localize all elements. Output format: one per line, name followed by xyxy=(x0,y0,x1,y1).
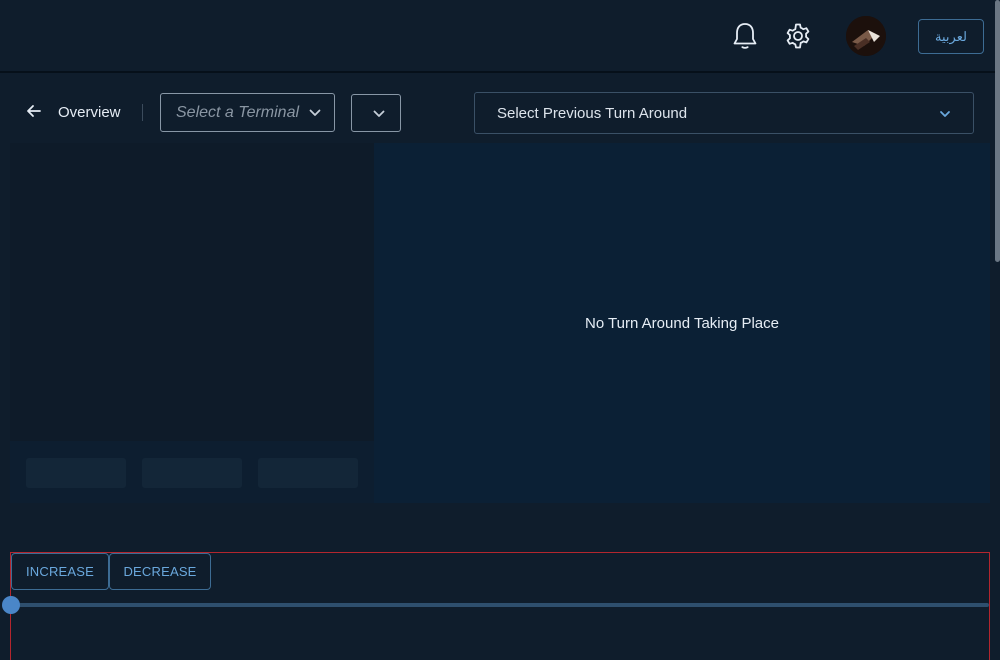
back-arrow-icon[interactable] xyxy=(24,101,44,121)
scrollbar[interactable] xyxy=(995,0,1000,262)
avatar[interactable] xyxy=(846,16,886,56)
chevron-down-icon xyxy=(373,110,385,117)
chevron-down-icon xyxy=(309,109,321,116)
side-panel xyxy=(10,143,374,441)
decrease-button[interactable]: DECREASE xyxy=(109,553,211,590)
skeleton-placeholder xyxy=(26,458,126,488)
slider-track[interactable] xyxy=(11,603,989,607)
terminal-select[interactable]: Select a Terminal xyxy=(160,93,335,132)
slider-thumb[interactable] xyxy=(2,596,20,614)
empty-state-message: No Turn Around Taking Place xyxy=(584,314,779,332)
top-bar: لعربية xyxy=(0,0,1000,73)
previous-turnaround-label: Select Previous Turn Around xyxy=(497,104,688,122)
previous-turnaround-select[interactable]: Select Previous Turn Around xyxy=(474,92,974,134)
increase-button[interactable]: INCREASE xyxy=(11,553,109,590)
terminal-select-placeholder: Select a Terminal xyxy=(176,103,300,121)
chevron-down-icon xyxy=(940,111,950,117)
language-toggle-button[interactable]: لعربية xyxy=(918,19,984,54)
skeleton-placeholder xyxy=(142,458,242,488)
secondary-select[interactable] xyxy=(351,94,401,132)
controls-area: INCREASE DECREASE xyxy=(2,552,990,660)
divider xyxy=(142,104,143,121)
overview-link[interactable]: Overview xyxy=(58,104,121,121)
turnaround-panel: No Turn Around Taking Place xyxy=(374,143,990,503)
bell-icon[interactable] xyxy=(729,18,761,54)
skeleton-placeholder xyxy=(258,458,358,488)
gear-icon[interactable] xyxy=(782,18,814,54)
